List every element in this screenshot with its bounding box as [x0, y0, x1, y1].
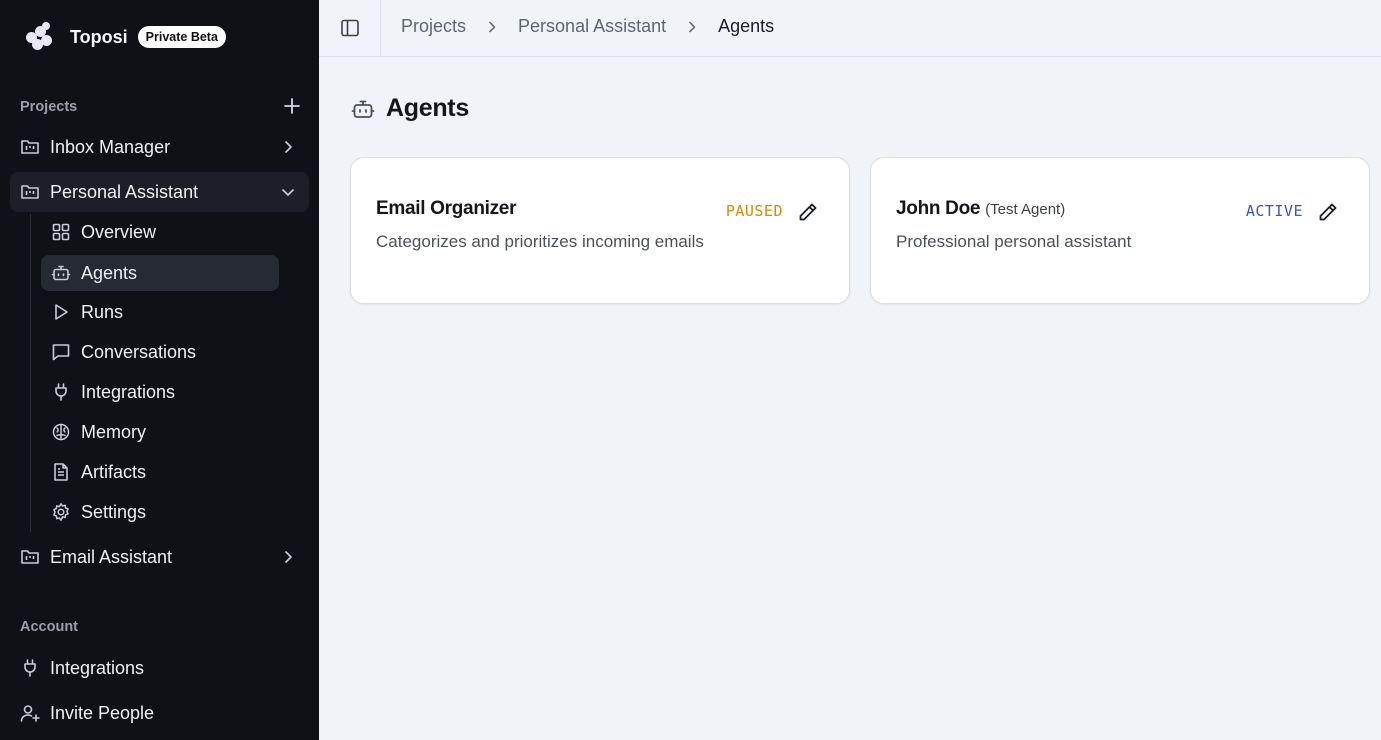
agent-description: Professional personal assistant [896, 232, 1132, 251]
nav-artifacts[interactable]: Artifacts [41, 454, 279, 490]
nav-label: Artifacts [81, 461, 147, 482]
nav-memory[interactable]: Memory [41, 414, 279, 450]
project-email-assistant[interactable]: Email Assistant [10, 537, 309, 577]
agent-card-john-doe[interactable]: John Doe (Test Agent) ACTIVE Professiona… [870, 157, 1370, 304]
user-plus-icon [20, 705, 40, 722]
breadcrumb: Projects Personal Assistant Agents [401, 16, 774, 37]
breadcrumb-personal-assistant[interactable]: Personal Assistant [518, 16, 666, 37]
brand-name: Toposi [70, 26, 128, 47]
bot-icon [351, 100, 375, 118]
nav-integrations[interactable]: Integrations [41, 374, 279, 410]
agent-name: John Doe (Test Agent) [896, 198, 1065, 220]
project-label: Personal Assistant [50, 181, 199, 202]
subnav-guide-line [30, 214, 31, 532]
sidebar-toggle-button[interactable] [319, 0, 381, 56]
plug-icon [24, 659, 36, 677]
panel-left-icon [340, 19, 359, 37]
folder-kanban-icon [21, 550, 39, 564]
project-label: Email Assistant [50, 546, 173, 567]
nav-runs[interactable]: Runs [41, 294, 279, 330]
breadcrumb-projects[interactable]: Projects [401, 16, 466, 37]
project-label: Inbox Manager [50, 136, 171, 157]
brain-icon [52, 423, 70, 441]
nav-label: Memory [81, 421, 147, 442]
edit-pencil-icon[interactable] [797, 201, 819, 223]
project-personal-assistant[interactable]: Personal Assistant [10, 172, 309, 212]
status-badge: PAUSED [725, 202, 783, 220]
status-badge: ACTIVE [1245, 202, 1303, 220]
plug-icon [55, 383, 67, 401]
grid-icon [52, 223, 70, 241]
nav-label: Conversations [81, 341, 197, 362]
nav-label: Runs [81, 301, 124, 322]
nav-agents[interactable]: Agents [41, 255, 279, 291]
project-inbox-manager[interactable]: Inbox Manager [10, 127, 309, 167]
page-header: Agents [351, 94, 469, 123]
beta-badge: Private Beta [137, 26, 226, 48]
nav-settings[interactable]: Settings [41, 494, 279, 530]
sidebar: Toposi Private Beta Projects Inbox Manag… [0, 0, 319, 740]
chevron-right-icon [489, 21, 496, 32]
edit-pencil-icon[interactable] [1317, 201, 1339, 223]
nav-label: Agents [81, 262, 138, 283]
nav-conversations[interactable]: Conversations [41, 334, 279, 370]
brand[interactable]: Toposi Private Beta [24, 22, 226, 52]
agent-name-suffix: (Test Agent) [985, 201, 1066, 218]
account-invite-people[interactable]: Invite People [20, 698, 154, 728]
nav-label: Integrations [81, 381, 176, 402]
toposi-logo-icon [24, 22, 54, 52]
chevron-right-icon [689, 21, 696, 32]
agent-description: Categorizes and prioritizes incoming ema… [376, 232, 704, 251]
page-title: Agents [386, 94, 469, 122]
topbar: Projects Personal Assistant Agents [319, 0, 1381, 57]
projects-section-label: Projects [20, 99, 78, 115]
message-icon [52, 344, 70, 361]
chevron-right-icon[interactable] [279, 138, 297, 156]
folder-kanban-icon [21, 185, 39, 199]
nav-label: Settings [81, 501, 147, 522]
agent-card-email-organizer[interactable]: Email Organizer PAUSED Categorizes and p… [350, 157, 850, 304]
chevron-down-icon[interactable] [279, 183, 297, 201]
bot-icon [51, 265, 71, 281]
agent-name-text: John Doe [896, 198, 981, 219]
gear-icon [53, 503, 69, 521]
add-project-button[interactable] [282, 96, 302, 116]
nav-overview[interactable]: Overview [41, 214, 279, 250]
document-icon [54, 463, 68, 481]
breadcrumb-agents: Agents [718, 16, 775, 36]
account-integrations[interactable]: Integrations [20, 653, 144, 683]
agent-name: Email Organizer [376, 198, 516, 220]
chevron-right-icon[interactable] [279, 548, 297, 566]
nav-label: Overview [81, 221, 157, 242]
account-item-label: Invite People [50, 702, 155, 723]
agent-name-text: Email Organizer [376, 198, 517, 219]
folder-kanban-icon [21, 140, 39, 154]
play-icon [55, 304, 68, 320]
account-section-label: Account [20, 619, 78, 635]
account-item-label: Integrations [50, 657, 145, 678]
